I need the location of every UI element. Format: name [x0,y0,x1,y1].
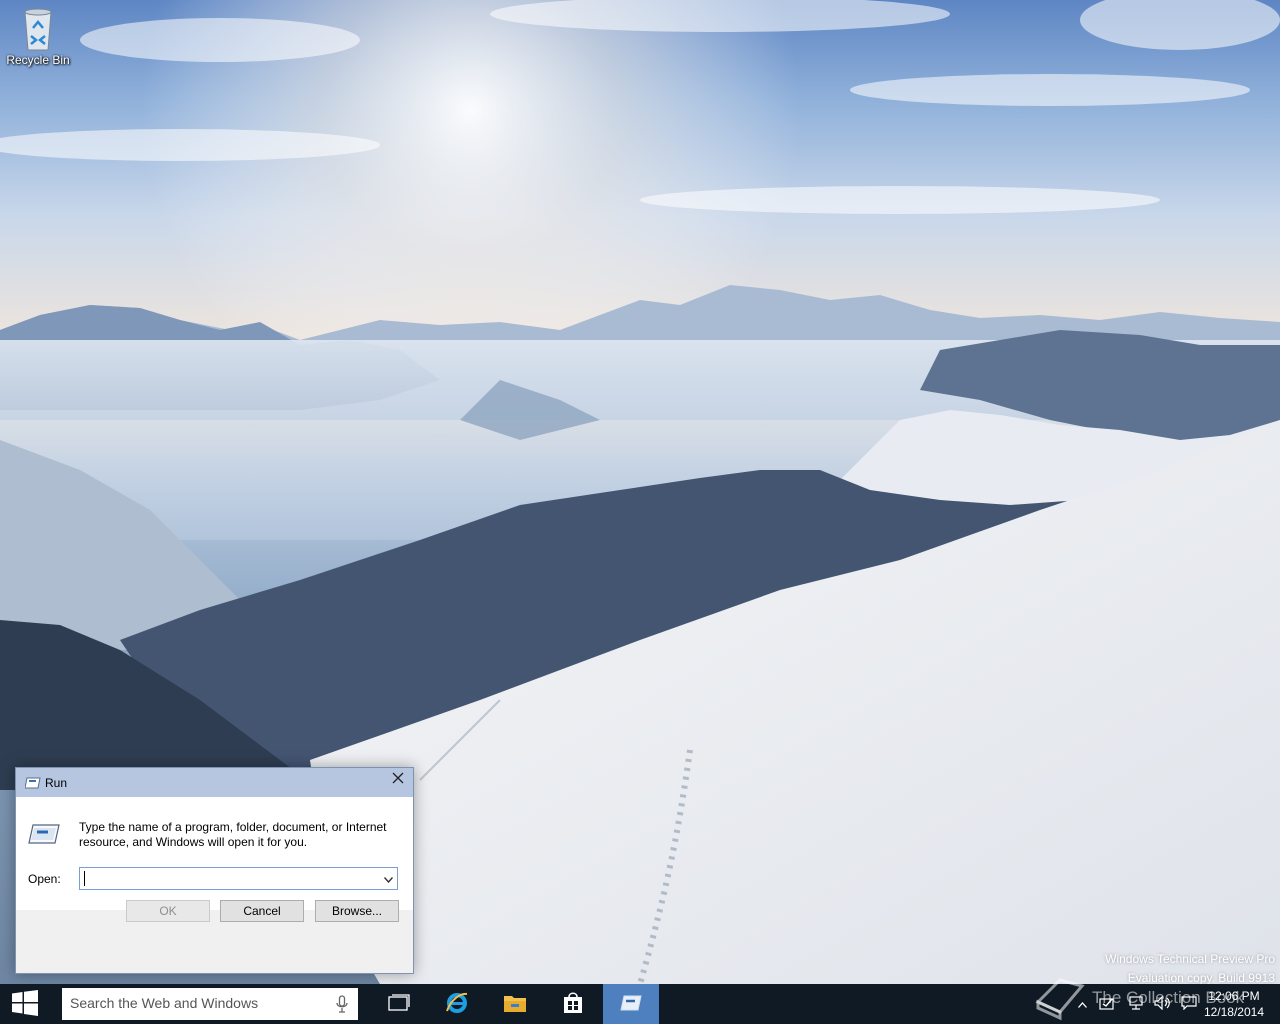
open-label: Open: [28,872,61,886]
start-button[interactable] [0,984,50,1024]
browse-button[interactable]: Browse... [315,900,399,922]
windows-logo-icon [12,989,38,1019]
open-dropdown-button[interactable] [380,868,397,889]
file-explorer-icon [503,992,527,1017]
internet-explorer-button[interactable] [429,984,485,1024]
microphone-icon[interactable] [336,995,348,1013]
ok-button[interactable]: OK [126,900,210,922]
run-dialog: Run Type the name of a program, folder, … [15,767,414,974]
run-icon [24,777,41,789]
run-dialog-body: Type the name of a program, folder, docu… [16,797,413,910]
internet-explorer-icon [445,991,469,1018]
cancel-button[interactable]: Cancel [220,900,304,922]
run-dialog-titlebar[interactable]: Run [16,768,413,797]
watermark-edition: Windows Technical Preview Pro [1105,952,1275,966]
site-watermark-text: The Collection Book [1092,988,1245,1007]
run-dialog-title: Run [45,776,68,790]
recycle-bin-icon [19,6,57,52]
search-input[interactable] [70,988,320,1018]
file-explorer-button[interactable] [487,984,543,1024]
task-view-button[interactable] [371,984,427,1024]
evaluation-watermark: Windows Technical Preview Pro Evaluation… [1105,950,1275,988]
task-view-icon [388,993,410,1015]
book-logo-icon [1030,972,1090,1022]
close-button[interactable] [383,768,413,790]
taskbar-search-box[interactable] [62,988,358,1020]
store-icon [561,991,585,1018]
recycle-bin[interactable]: Recycle Bin [4,6,72,67]
run-taskbar-button[interactable] [603,984,659,1024]
store-button[interactable] [545,984,601,1024]
close-icon [392,772,404,787]
recycle-bin-label: Recycle Bin [6,53,70,67]
open-combobox[interactable] [79,867,398,890]
chevron-down-icon [383,872,394,886]
open-input[interactable] [83,868,373,887]
run-dialog-description: Type the name of a program, folder, docu… [79,820,387,849]
text-caret [84,871,85,886]
run-icon [620,995,642,1014]
run-program-icon [28,823,60,845]
